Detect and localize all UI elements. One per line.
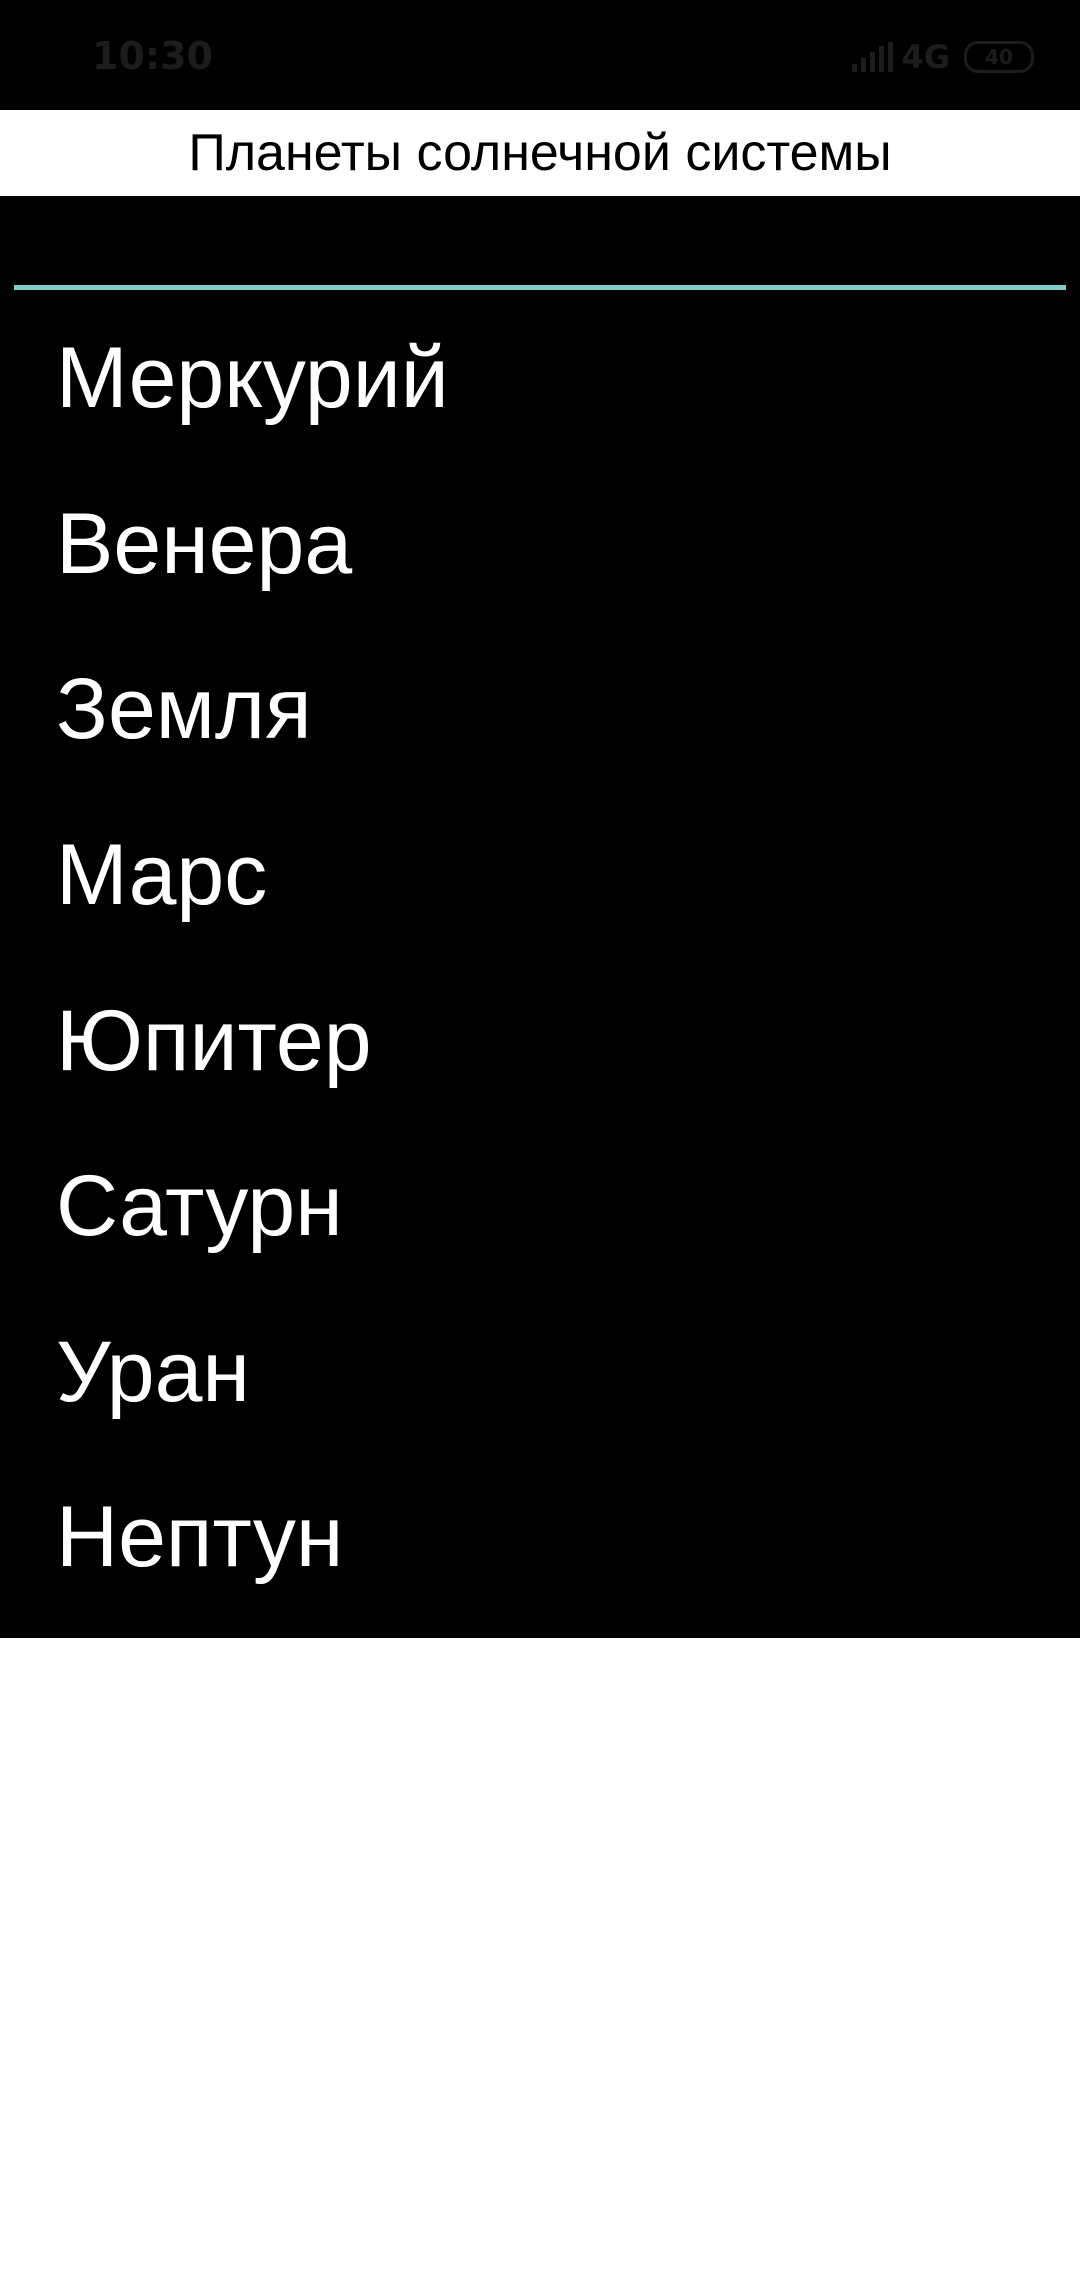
battery-icon: 40 [964, 41, 1034, 73]
list-item-planet[interactable]: Марс [0, 793, 1080, 959]
list-item-planet[interactable]: Сатурн [0, 1124, 1080, 1290]
planet-list-panel: Меркурий Венера Земля Марс Юпитер Сатурн… [0, 196, 1080, 1638]
status-indicators: 4G 40 [852, 38, 1034, 76]
status-time: 10:30 [92, 34, 213, 78]
title-bar: Планеты солнечной системы [0, 110, 1080, 196]
search-input[interactable] [14, 196, 1066, 290]
list-item-planet[interactable]: Меркурий [0, 296, 1080, 462]
list-item-planet[interactable]: Нептун [0, 1455, 1080, 1621]
signal-icon [852, 42, 894, 72]
battery-level: 40 [985, 45, 1013, 69]
planet-list: Меркурий Венера Земля Марс Юпитер Сатурн… [0, 296, 1080, 1621]
list-item-planet[interactable]: Юпитер [0, 958, 1080, 1124]
list-item-planet[interactable]: Земля [0, 627, 1080, 793]
list-item-planet[interactable]: Венера [0, 462, 1080, 628]
page-title: Планеты солнечной системы [188, 124, 892, 182]
list-item-planet[interactable]: Уран [0, 1290, 1080, 1456]
network-type-label: 4G [901, 38, 950, 76]
status-bar: 10:30 4G 40 [0, 0, 1080, 110]
